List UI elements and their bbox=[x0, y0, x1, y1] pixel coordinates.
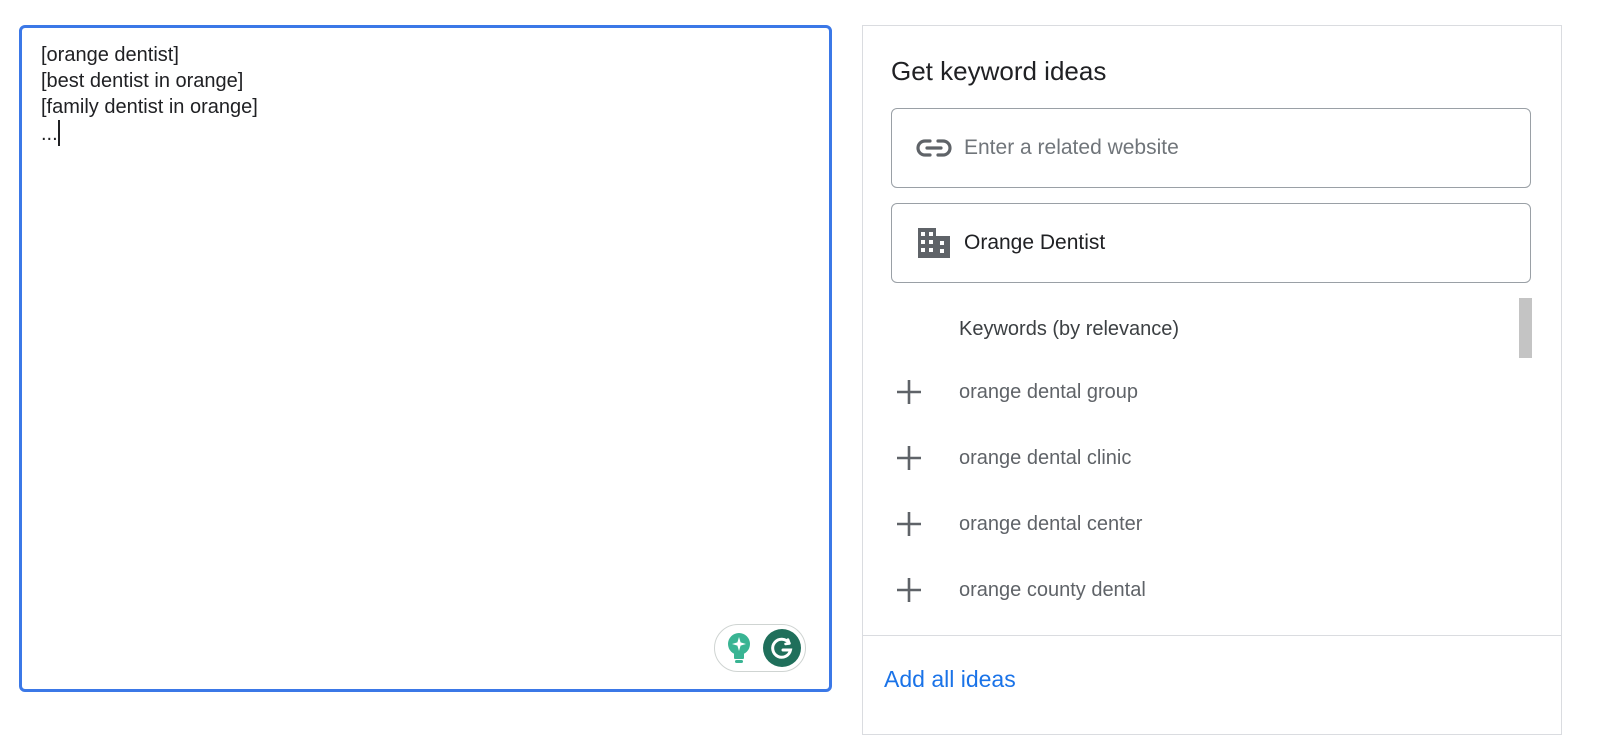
keyword-ideas-panel: Get keyword ideas Enter a related websit… bbox=[862, 25, 1562, 735]
link-icon bbox=[916, 130, 952, 166]
related-website-input[interactable] bbox=[964, 136, 1484, 160]
plus-icon[interactable] bbox=[891, 374, 927, 410]
keyword-idea-item[interactable]: orange dental group bbox=[891, 372, 1491, 412]
lightbulb-sparkle-icon[interactable] bbox=[725, 631, 753, 665]
plus-icon[interactable] bbox=[891, 506, 927, 542]
grammarly-g-icon[interactable] bbox=[763, 629, 801, 667]
keyword-idea-item[interactable]: orange county dental bbox=[891, 570, 1491, 610]
keyword-idea-item[interactable]: orange dental center bbox=[891, 504, 1491, 544]
text-caret bbox=[57, 120, 60, 146]
keyword-idea-label: orange dental center bbox=[959, 512, 1143, 535]
ideas-scrollbar[interactable] bbox=[1519, 298, 1532, 358]
keyword-idea-label: orange dental clinic bbox=[959, 446, 1132, 469]
keywords-text: [orange dentist] [best dentist in orange… bbox=[41, 42, 258, 147]
keyword-line: [best dentist in orange] bbox=[41, 70, 244, 92]
keyword-idea-item[interactable]: orange dental clinic bbox=[891, 438, 1491, 478]
plus-icon[interactable] bbox=[891, 440, 927, 476]
writing-assistant-widget[interactable] bbox=[714, 624, 806, 672]
keyword-idea-label: orange dental group bbox=[959, 380, 1139, 403]
business-name-field[interactable]: Orange Dentist bbox=[891, 203, 1531, 283]
ideas-list-header: Keywords (by relevance) bbox=[959, 318, 1180, 340]
add-all-ideas-button[interactable]: Add all ideas bbox=[884, 666, 1016, 693]
keyword-idea-label: orange county dental bbox=[959, 578, 1146, 601]
keywords-textarea[interactable]: [orange dentist] [best dentist in orange… bbox=[19, 25, 832, 692]
panel-title: Get keyword ideas bbox=[891, 56, 1107, 86]
keyword-line: [family dentist in orange] bbox=[41, 96, 258, 118]
business-building-icon bbox=[916, 225, 952, 261]
related-website-field[interactable] bbox=[891, 108, 1531, 188]
keyword-line-text: ... bbox=[41, 123, 58, 145]
plus-icon[interactable] bbox=[891, 572, 927, 608]
business-name-value: Orange Dentist bbox=[964, 231, 1106, 254]
panel-divider bbox=[863, 635, 1561, 636]
keyword-line-current: ... bbox=[41, 120, 258, 147]
keyword-line: [orange dentist] bbox=[41, 44, 179, 66]
